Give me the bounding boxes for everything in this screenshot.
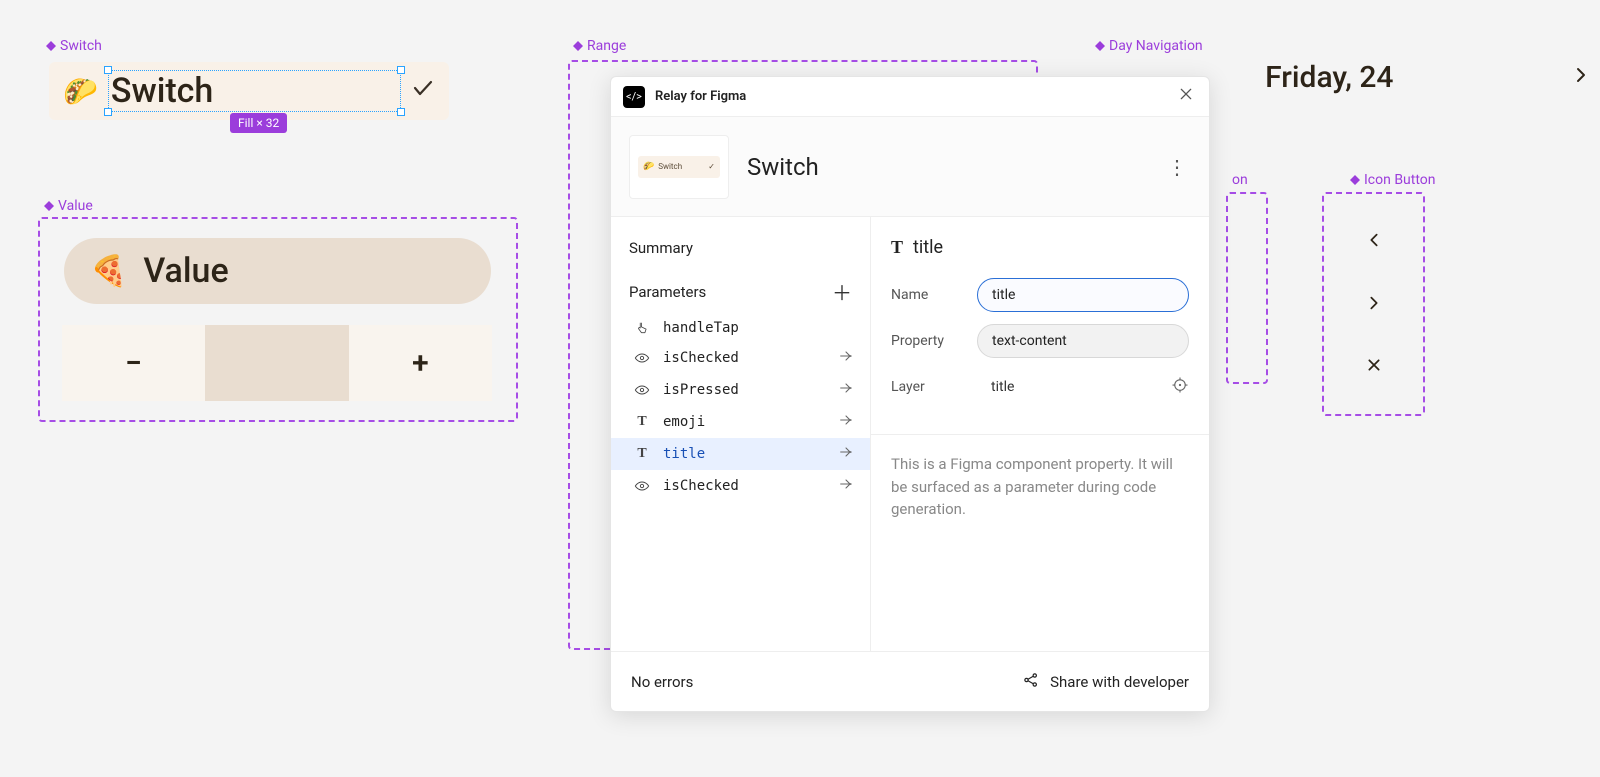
selection-handle-tr[interactable] [397, 66, 405, 74]
component-label-value[interactable]: Value [44, 198, 93, 214]
switch-title-selection[interactable]: Switch [108, 70, 401, 112]
stepper-display [205, 325, 348, 401]
component-diamond-icon [46, 41, 56, 51]
name-label: Name [891, 287, 965, 303]
param-arrow-icon [838, 380, 856, 400]
param-arrow-icon [838, 412, 856, 432]
param-name: handleTap [663, 320, 826, 336]
name-input[interactable]: title [977, 278, 1189, 312]
parameters-list: handleTapisCheckedisPressedTemojiTtitlei… [611, 314, 870, 502]
component-label-text: Day Navigation [1109, 38, 1203, 54]
layer-label: Layer [891, 379, 965, 395]
component-diamond-icon [1350, 175, 1360, 185]
stepper-plus-button[interactable]: + [349, 325, 492, 401]
component-label-iconbtn[interactable]: Icon Button [1350, 172, 1436, 188]
value-stepper: − + [62, 325, 492, 401]
param-type-icon [633, 382, 651, 398]
relay-footer: No errors Share with developer [611, 651, 1209, 711]
component-diamond-icon [573, 41, 583, 51]
close-icon[interactable] [1175, 86, 1197, 107]
component-label-text: Icon Button [1364, 172, 1436, 188]
property-label: Property [891, 333, 965, 349]
component-thumbnail: 🌮 Switch ✓ [629, 135, 729, 199]
parameters-header: Parameters ＋ [611, 267, 870, 314]
component-label-truncated[interactable]: on [1232, 172, 1248, 188]
target-icon[interactable] [1171, 376, 1189, 398]
component-label-text: Range [587, 38, 626, 54]
component-label-switch[interactable]: Switch [46, 38, 102, 54]
relay-panel: </> Relay for Figma 🌮 Switch ✓ Switch ⋮ … [610, 76, 1210, 712]
parameters-label: Parameters [629, 283, 706, 301]
chevron-right-icon[interactable] [1366, 292, 1382, 317]
value-title: Value [143, 251, 228, 291]
chevron-left-icon[interactable] [1366, 229, 1382, 254]
summary-section[interactable]: Summary [611, 235, 870, 267]
param-name: title [663, 446, 826, 462]
component-name-heading: Switch [747, 153, 1145, 181]
truncated-component-frame[interactable] [1226, 192, 1268, 384]
component-label-text: Switch [60, 38, 102, 54]
check-icon [411, 76, 435, 106]
param-name: isChecked [663, 350, 826, 366]
param-type-icon [633, 321, 651, 335]
param-name: isPressed [663, 382, 826, 398]
param-arrow-icon [838, 444, 856, 464]
component-diamond-icon [44, 201, 54, 211]
detail-heading: T title [871, 217, 1209, 274]
error-status[interactable]: No errors [631, 673, 693, 691]
param-type-icon: T [633, 446, 651, 462]
layer-value: title [977, 370, 1159, 404]
param-name: isChecked [663, 478, 826, 494]
text-type-icon: T [891, 237, 903, 258]
component-label-text: Value [58, 198, 93, 214]
figma-canvas[interactable]: Switch 🌮 Switch Fill × 32 Value 🍕 Value … [0, 0, 1600, 777]
share-icon [1022, 671, 1040, 693]
chevron-right-icon[interactable] [1572, 65, 1590, 90]
param-row-emoji[interactable]: Temoji [611, 406, 870, 438]
relay-sidebar: Summary Parameters ＋ handleTap isChecked i… [611, 217, 871, 651]
close-icon[interactable] [1366, 354, 1382, 379]
stepper-minus-button[interactable]: − [62, 325, 205, 401]
relay-logo-icon: </> [623, 86, 645, 108]
selection-handle-bl[interactable] [104, 108, 112, 116]
param-row-handleTap[interactable]: handleTap [611, 314, 870, 342]
switch-title-text: Switch [111, 71, 213, 111]
param-name: emoji [663, 414, 826, 430]
relay-titlebar: </> Relay for Figma [611, 77, 1209, 117]
component-label-range[interactable]: Range [573, 38, 626, 54]
switch-component[interactable]: 🌮 Switch [49, 62, 449, 120]
component-label-text: on [1232, 172, 1248, 188]
value-pill[interactable]: 🍕 Value [64, 238, 491, 304]
property-input[interactable]: text-content [977, 324, 1189, 358]
param-arrow-icon [838, 476, 856, 496]
param-type-icon [633, 478, 651, 494]
day-nav-date: Friday, 24 [1265, 60, 1393, 95]
param-row-isChecked[interactable]: isChecked [611, 470, 870, 502]
add-parameter-button[interactable]: ＋ [832, 277, 852, 306]
share-button[interactable]: Share with developer [1022, 671, 1189, 693]
param-type-icon: T [633, 414, 651, 430]
kebab-menu-icon[interactable]: ⋮ [1163, 151, 1191, 183]
component-diamond-icon [1095, 41, 1105, 51]
fill-size-badge: Fill × 32 [230, 113, 287, 133]
selection-handle-br[interactable] [397, 108, 405, 116]
param-row-isChecked[interactable]: isChecked [611, 342, 870, 374]
detail-heading-text: title [913, 237, 943, 258]
param-row-isPressed[interactable]: isPressed [611, 374, 870, 406]
param-row-title[interactable]: Ttitle [611, 438, 870, 470]
switch-emoji: 🌮 [63, 75, 98, 108]
component-label-daynav[interactable]: Day Navigation [1095, 38, 1203, 54]
param-arrow-icon [838, 348, 856, 368]
param-type-icon [633, 350, 651, 366]
value-emoji: 🍕 [90, 254, 127, 289]
relay-header: 🌮 Switch ✓ Switch ⋮ [611, 117, 1209, 217]
icon-button-stack [1322, 192, 1425, 416]
relay-detail-pane: T title Name title Property text-content [871, 217, 1209, 651]
detail-description: This is a Figma component property. It w… [871, 435, 1209, 539]
relay-title: Relay for Figma [655, 89, 1165, 104]
selection-handle-tl[interactable] [104, 66, 112, 74]
